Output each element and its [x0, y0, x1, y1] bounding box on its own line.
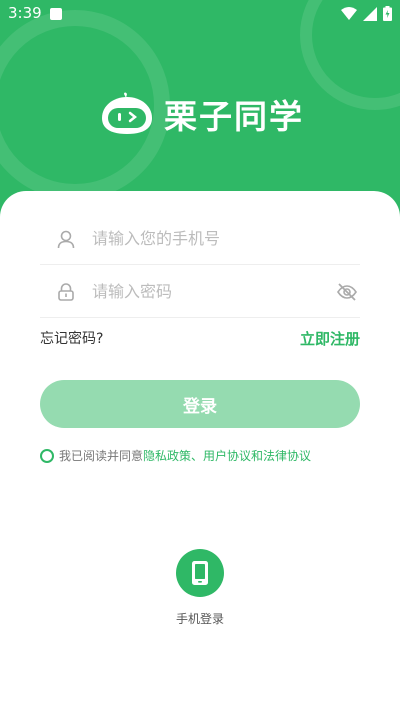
status-icons [341, 6, 392, 21]
form-links-row: 忘记密码? 立即注册 [40, 326, 360, 350]
phone-field [40, 213, 360, 265]
wifi-icon [341, 6, 357, 20]
phone-input[interactable] [92, 229, 360, 248]
agreement-checkbox[interactable] [40, 448, 54, 463]
user-icon [57, 230, 75, 248]
phone-login-label: 手机登录 [175, 612, 224, 626]
signal-icon [363, 6, 377, 21]
chestnut-logo-icon [102, 92, 152, 134]
agreement-row: 我已阅读并同意 隐私政策、用户协议和法律协议 [40, 447, 311, 464]
password-field [40, 266, 360, 318]
password-input[interactable] [92, 282, 336, 301]
agreement-prefix: 我已阅读并同意 [59, 449, 144, 463]
lock-icon [58, 282, 74, 301]
status-bar: 3:39 [0, 0, 400, 28]
login-button[interactable]: 登录 [40, 380, 360, 428]
brand-name: 栗子同学 [164, 97, 304, 136]
phone-login-button[interactable] [176, 549, 224, 597]
battery-icon [383, 6, 392, 21]
register-link[interactable]: 立即注册 [300, 328, 360, 349]
status-time: 3:39 [8, 4, 42, 22]
agreement-link[interactable]: 隐私政策、用户协议和法律协议 [143, 447, 311, 464]
login-card: 忘记密码? 立即注册 登录 我已阅读并同意 隐私政策、用户协议和法律协议 手机登… [0, 191, 400, 710]
forgot-password-link[interactable]: 忘记密码? [40, 328, 103, 348]
brand-logo: 栗子同学 [100, 90, 304, 138]
eye-off-icon[interactable] [336, 281, 358, 303]
app-notification-icon [50, 8, 62, 20]
phone-icon [192, 561, 208, 585]
